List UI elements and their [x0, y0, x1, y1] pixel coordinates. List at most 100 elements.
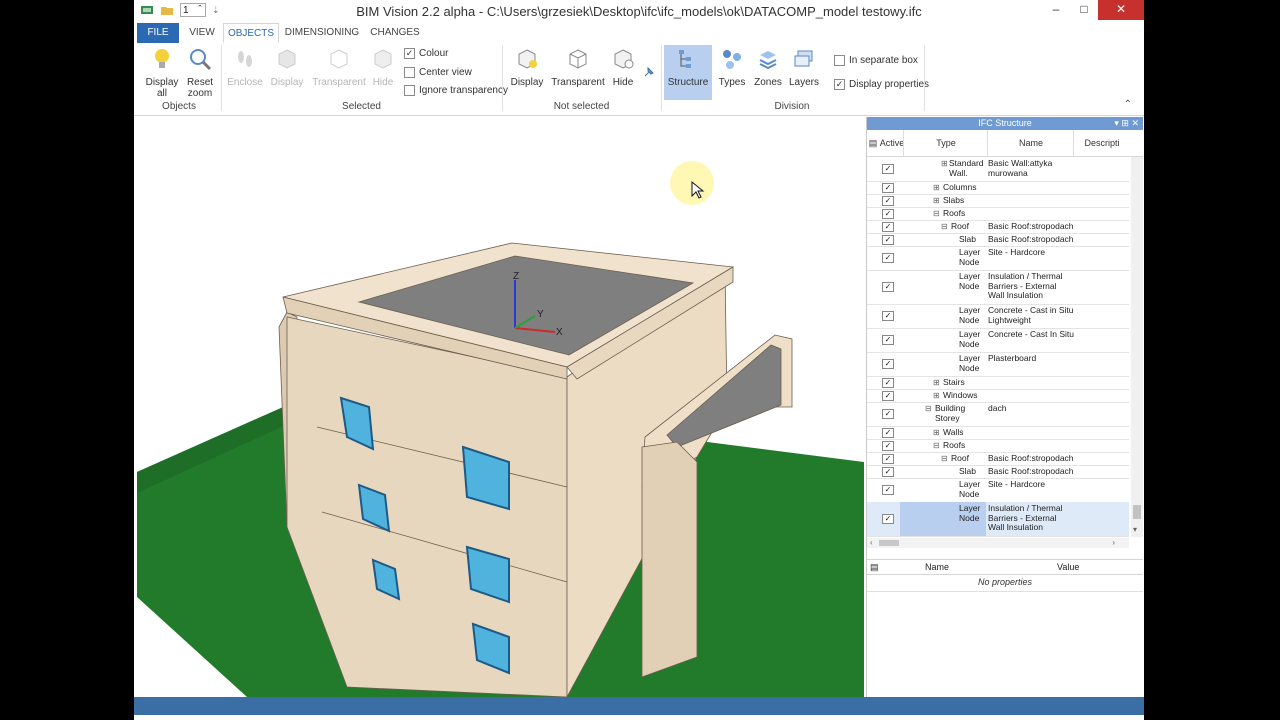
not-selected-display-button[interactable]: Display: [505, 47, 549, 88]
tab-objects[interactable]: OBJECTS: [223, 23, 279, 43]
active-checkbox[interactable]: ✓: [882, 311, 894, 321]
active-checkbox[interactable]: ✓: [882, 440, 894, 451]
maximize-button[interactable]: □: [1070, 0, 1098, 20]
active-checkbox[interactable]: ✓: [882, 359, 894, 369]
enclose-button[interactable]: Enclose: [223, 47, 267, 88]
col-description[interactable]: Descripti: [1073, 130, 1130, 156]
tree-row[interactable]: ✓ ⊟ Roofs: [867, 439, 1129, 453]
tree-row[interactable]: ✓ ⊟ Building Storey dach: [867, 402, 1129, 427]
minimize-button[interactable]: –: [1042, 0, 1070, 20]
tab-file[interactable]: FILE: [137, 23, 179, 43]
tree-row[interactable]: ✓ ⊞ Stairs: [867, 376, 1129, 390]
tab-changes[interactable]: CHANGES: [366, 23, 424, 43]
active-checkbox[interactable]: ✓: [882, 409, 894, 419]
colour-checkbox[interactable]: ✓ Colour: [404, 48, 448, 59]
selected-transparent-button[interactable]: Transparent: [312, 47, 366, 88]
expander-icon[interactable]: ⊞: [941, 159, 948, 169]
scroll-right-icon[interactable]: ›: [1112, 538, 1115, 547]
active-checkbox[interactable]: ✓: [882, 221, 894, 232]
collapse-minus-icon[interactable]: ⊟: [925, 404, 932, 414]
tree-row[interactable]: ✓ Slab Basic Roof:stropodach: [867, 465, 1129, 479]
active-checkbox[interactable]: ✓: [882, 485, 894, 495]
tab-view[interactable]: VIEW: [182, 23, 222, 43]
active-checkbox[interactable]: ✓: [882, 208, 894, 219]
props-col-name[interactable]: Name: [925, 562, 949, 572]
tree-row[interactable]: ✓ ⊟ Roof Basic Roof:stropodach: [867, 452, 1129, 466]
collapse-minus-icon[interactable]: ⊟: [933, 209, 940, 219]
tree-row[interactable]: ✓ Layer Node Plasterboard: [867, 352, 1129, 377]
active-checkbox[interactable]: ✓: [882, 427, 894, 438]
tree-row[interactable]: ✓ Layer Node Concrete - Cast in Situ Light…: [867, 304, 1129, 329]
panel-pin-icon[interactable]: ⊞: [1121, 118, 1129, 128]
active-checkbox[interactable]: ✓: [882, 377, 894, 388]
active-checkbox[interactable]: ✓: [882, 234, 894, 245]
structure-button[interactable]: Structure: [664, 45, 712, 100]
expand-plus-icon[interactable]: ⊞: [933, 391, 940, 401]
selected-hide-button[interactable]: Hide: [362, 47, 404, 88]
close-button[interactable]: ✕: [1098, 0, 1144, 20]
reset-zoom-button[interactable]: Reset zoom: [178, 47, 222, 99]
panel-dropdown-icon[interactable]: ▾: [1114, 118, 1119, 128]
tree-row[interactable]: ✓ Layer Node Site - Hardcore: [867, 478, 1129, 503]
collapse-minus-icon[interactable]: ⊟: [941, 222, 948, 232]
expand-plus-icon[interactable]: ⊞: [933, 428, 940, 438]
layers-button[interactable]: Layers: [782, 47, 826, 88]
tree-row[interactable]: ✓ ⊞ Columns: [867, 181, 1129, 195]
not-selected-transparent-button[interactable]: Transparent: [551, 47, 605, 88]
horizontal-scrollbar[interactable]: ‹ ›: [867, 538, 1129, 548]
active-checkbox[interactable]: ✓: [882, 182, 894, 193]
3d-viewport[interactable]: Z X Y: [137, 117, 864, 697]
tree-row-selected[interactable]: ✓ Layer Node Insulation / Thermal Barriers…: [867, 502, 1129, 537]
expand-plus-icon[interactable]: ⊞: [933, 183, 940, 193]
collapse-ribbon-icon[interactable]: ⌃: [1124, 99, 1132, 110]
tree-row[interactable]: ✓ ⊞ Standard Wall. Basic Wall:attyka murowa…: [867, 157, 1129, 182]
column-chooser-icon[interactable]: ▤: [867, 130, 879, 156]
active-checkbox[interactable]: ✓: [882, 453, 894, 464]
selected-display-button[interactable]: Display: [265, 47, 309, 88]
tree-row[interactable]: ✓ Layer Node Concrete - Cast In Situ: [867, 328, 1129, 353]
h-scrollbar-thumb[interactable]: [879, 540, 899, 546]
col-name[interactable]: Name: [987, 130, 1074, 156]
in-separate-box-checkbox[interactable]: In separate box: [834, 55, 918, 66]
active-checkbox[interactable]: ✓: [882, 466, 894, 477]
display-properties-checkbox[interactable]: ✓ Display properties: [834, 79, 929, 90]
expand-plus-icon[interactable]: ⊞: [933, 378, 940, 388]
active-checkbox[interactable]: ✓: [882, 335, 894, 345]
center-view-box[interactable]: [404, 67, 415, 78]
expand-plus-icon[interactable]: ⊞: [933, 196, 940, 206]
tree-row[interactable]: ✓ ⊞ Slabs: [867, 194, 1129, 208]
building-model[interactable]: Z X Y: [137, 117, 864, 697]
not-selected-hide-button[interactable]: Hide: [602, 47, 644, 88]
ignore-transparency-checkbox[interactable]: Ignore transparency: [404, 85, 508, 96]
in-separate-box-box[interactable]: [834, 55, 845, 66]
active-checkbox[interactable]: ✓: [882, 514, 894, 524]
active-checkbox[interactable]: ✓: [882, 195, 894, 206]
col-active[interactable]: Active: [880, 130, 905, 156]
colour-check-icon[interactable]: ✓: [404, 48, 415, 59]
tree-row[interactable]: ✓ ⊞ Windows: [867, 389, 1129, 403]
active-checkbox[interactable]: ✓: [882, 282, 894, 292]
center-view-checkbox[interactable]: Center view: [404, 67, 472, 78]
collapse-minus-icon[interactable]: ⊟: [941, 454, 948, 464]
col-type[interactable]: Type: [903, 130, 988, 156]
ignore-transparency-box[interactable]: [404, 85, 415, 96]
tree-row[interactable]: ✓ Layer Node Site - Hardcore: [867, 246, 1129, 271]
active-checkbox[interactable]: ✓: [882, 253, 894, 263]
tab-dimensioning[interactable]: DIMENSIONING: [282, 23, 362, 43]
props-column-chooser-icon[interactable]: ▤: [870, 562, 879, 573]
collapse-minus-icon[interactable]: ⊟: [933, 441, 940, 451]
active-checkbox[interactable]: ✓: [882, 164, 894, 174]
props-col-value[interactable]: Value: [1057, 562, 1079, 572]
tree-row[interactable]: ✓ ⊟ Roof Basic Roof:stropodach: [867, 220, 1129, 234]
display-properties-check-icon[interactable]: ✓: [834, 79, 845, 90]
panel-close-icon[interactable]: ✕: [1131, 118, 1139, 128]
tree-row[interactable]: ✓ ⊟ Roofs: [867, 207, 1129, 221]
scrollbar-thumb[interactable]: [1133, 505, 1141, 519]
vertical-scrollbar[interactable]: ▾: [1131, 157, 1143, 537]
tree-row[interactable]: ✓ Layer Node Insulation / Thermal Barriers…: [867, 270, 1129, 305]
tree-row[interactable]: ✓ Slab Basic Roof:stropodach: [867, 233, 1129, 247]
tree-row[interactable]: ✓ ⊞ Walls: [867, 426, 1129, 440]
scroll-down-icon[interactable]: ▾: [1133, 525, 1137, 534]
active-checkbox[interactable]: ✓: [882, 390, 894, 401]
pin-icon[interactable]: [642, 65, 656, 79]
